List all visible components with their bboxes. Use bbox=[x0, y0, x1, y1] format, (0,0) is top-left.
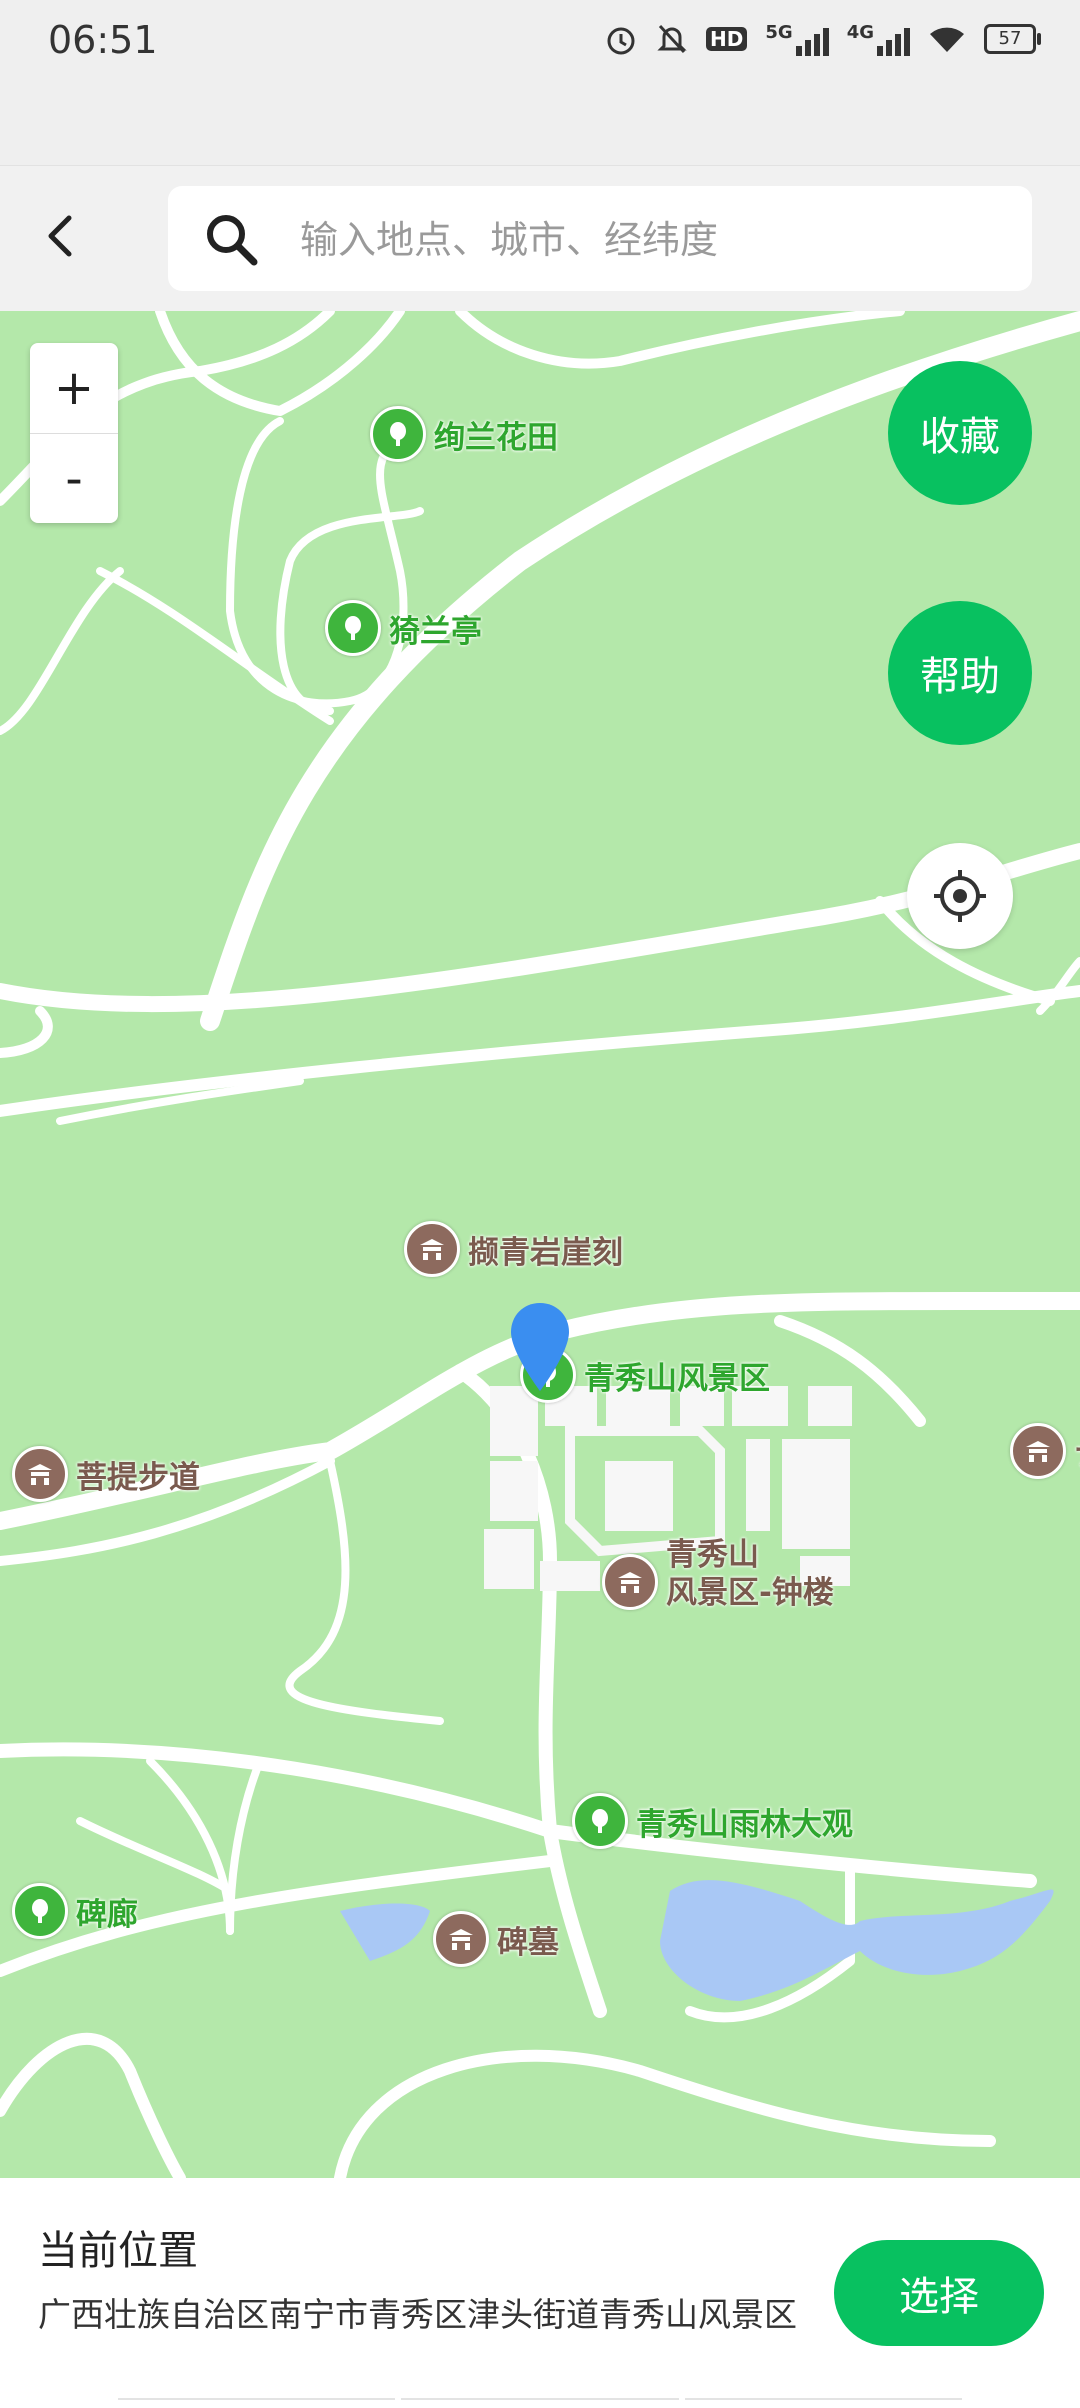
poi-label: ナ bbox=[1074, 1429, 1080, 1474]
poi-label: 菩提步道 bbox=[76, 1459, 200, 1496]
search-box[interactable] bbox=[168, 186, 1032, 293]
poi-label: 碑墓 bbox=[497, 1924, 559, 1961]
current-location-address: 广西壮族自治区南宁市青秀区津头街道青秀山风景区 bbox=[38, 2295, 797, 2334]
select-button[interactable]: 选择 bbox=[834, 2240, 1044, 2346]
locate-button[interactable] bbox=[907, 843, 1013, 949]
temple-icon bbox=[404, 1221, 460, 1277]
poi-marker[interactable]: 猗兰亭 bbox=[325, 600, 482, 656]
poi-marker[interactable]: 菩提步道 bbox=[12, 1446, 200, 1502]
status-icons: HD 5G 4G 57 bbox=[604, 22, 1041, 56]
back-button[interactable] bbox=[30, 196, 90, 276]
poi-marker[interactable]: 撷青岩崖刻 bbox=[404, 1221, 623, 1277]
poi-marker[interactable]: 绚兰花田 bbox=[370, 406, 558, 462]
current-location-title: 当前位置 bbox=[38, 2228, 198, 2274]
tree-icon bbox=[572, 1793, 628, 1849]
poi-marker[interactable]: 青秀山 风景区-钟楼 bbox=[602, 1536, 834, 1612]
poi-marker[interactable]: 碑墓 bbox=[433, 1911, 559, 1967]
alarm-icon bbox=[607, 27, 635, 55]
bottom-divider bbox=[118, 2398, 962, 2408]
search-input[interactable] bbox=[298, 186, 1002, 293]
help-button[interactable]: 帮助 bbox=[888, 601, 1032, 745]
tree-icon bbox=[325, 600, 381, 656]
zoom-control: + - bbox=[30, 343, 118, 523]
4g-signal-icon: 4G bbox=[847, 22, 910, 56]
poi-marker[interactable]: ナ bbox=[1010, 1423, 1080, 1479]
hd-icon: HD bbox=[706, 27, 748, 51]
poi-label: 猗兰亭 bbox=[389, 613, 482, 650]
poi-label: 青秀山风景区 bbox=[584, 1360, 770, 1397]
poi-label: 青秀山 风景区-钟楼 bbox=[666, 1537, 834, 1611]
current-location-panel: 当前位置 广西壮族自治区南宁市青秀区津头街道青秀山风景区 选择 bbox=[0, 2178, 1080, 2408]
zoom-out-button[interactable]: - bbox=[30, 434, 118, 524]
battery-icon: 57 bbox=[984, 24, 1041, 54]
tree-icon bbox=[370, 406, 426, 462]
zoom-in-button[interactable]: + bbox=[30, 343, 118, 434]
poi-label: 青秀山雨林大观 bbox=[636, 1806, 853, 1843]
wifi-icon bbox=[930, 27, 964, 52]
search-icon bbox=[207, 215, 258, 266]
5g-signal-icon: 5G bbox=[765, 22, 829, 56]
map-view[interactable]: + - 收藏 帮助 绚兰花田 猗兰亭 撷青岩崖刻 青秀山风景区 菩提步道 青秀山… bbox=[0, 311, 1080, 2178]
mute-bell-icon bbox=[657, 24, 687, 54]
temple-icon bbox=[1010, 1423, 1066, 1479]
poi-marker[interactable]: 碑廊 bbox=[12, 1883, 138, 1939]
poi-label: 碑廊 bbox=[76, 1896, 138, 1933]
status-time: 06:51 bbox=[48, 18, 158, 62]
poi-label: 绚兰花田 bbox=[434, 419, 558, 456]
status-bar: 06:51 HD 5G 4G 57 bbox=[0, 0, 1080, 166]
poi-label: 撷青岩崖刻 bbox=[468, 1234, 623, 1271]
temple-icon bbox=[602, 1554, 658, 1610]
favorite-button[interactable]: 收藏 bbox=[888, 361, 1032, 505]
crosshair-icon bbox=[934, 870, 986, 922]
chevron-left-icon bbox=[48, 215, 72, 257]
tree-icon bbox=[12, 1883, 68, 1939]
temple-icon bbox=[433, 1911, 489, 1967]
poi-marker[interactable]: 青秀山雨林大观 bbox=[572, 1793, 853, 1849]
location-pin-icon bbox=[511, 1303, 569, 1391]
temple-icon bbox=[12, 1446, 68, 1502]
top-bar bbox=[0, 166, 1080, 311]
